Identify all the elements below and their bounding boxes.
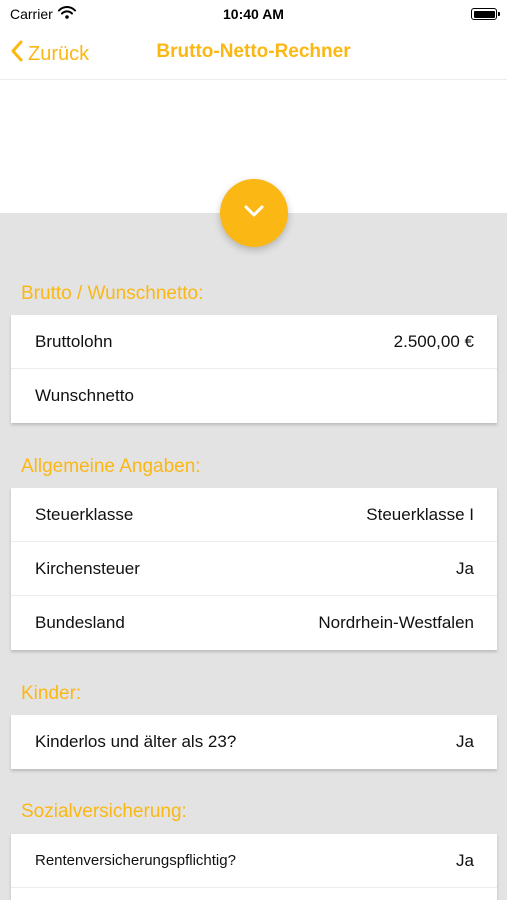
row-kinderlos[interactable]: Kinderlos und älter als 23? Ja: [11, 715, 497, 769]
row-label: Kinderlos und älter als 23?: [35, 732, 237, 751]
battery-icon: [471, 8, 500, 20]
row-label: Bruttolohn: [35, 331, 113, 351]
card-sozial: Rentenversicherungspflichtig? Ja: [11, 834, 497, 900]
section-title-kinder: Kinder:: [21, 683, 82, 704]
row-bruttolohn[interactable]: Bruttolohn 2.500,00 €: [11, 315, 497, 369]
row-value: Steuerklasse I: [366, 504, 474, 524]
row-value: Nordrhein-Westfalen: [318, 613, 474, 632]
row-label: Rentenversicherungspflichtig?: [35, 852, 236, 869]
card-kinder: Kinderlos und älter als 23? Ja: [11, 715, 497, 769]
section-title-allgemein: Allgemeine Angaben:: [21, 456, 201, 477]
row-label: Kirchensteuer: [35, 558, 140, 578]
row-value: 2.500,00 €: [393, 331, 474, 351]
row-wunschnetto[interactable]: Wunschnetto: [11, 369, 497, 423]
row-value: Ja: [456, 558, 474, 578]
row-bundesland[interactable]: Bundesland Nordrhein-Westfalen: [11, 596, 497, 650]
row-steuerklasse[interactable]: Steuerklasse Steuerklasse I: [11, 488, 497, 542]
row-label: Wunschnetto: [35, 386, 134, 405]
expand-button[interactable]: [220, 179, 288, 247]
section-title-brutto: Brutto / Wunschnetto:: [21, 283, 204, 304]
row-rentenversicherung[interactable]: Rentenversicherungspflichtig? Ja: [11, 834, 497, 888]
card-allgemein: Steuerklasse Steuerklasse I Kirchensteue…: [11, 488, 497, 650]
clock: 10:40 AM: [223, 6, 284, 22]
row-value: Ja: [456, 732, 474, 751]
status-bar: Carrier 10:40 AM: [0, 0, 507, 30]
row-label: Bundesland: [35, 613, 125, 632]
navigation-bar: Zurück Brutto-Netto-Rechner: [0, 30, 507, 80]
row-value: Ja: [456, 850, 474, 870]
chevron-down-icon: [243, 204, 265, 223]
card-brutto: Bruttolohn 2.500,00 € Wunschnetto: [11, 315, 497, 423]
row-partial: [11, 888, 497, 900]
row-kirchensteuer[interactable]: Kirchensteuer Ja: [11, 542, 497, 596]
row-label: Steuerklasse: [35, 504, 134, 524]
section-title-sozial: Sozialversicherung:: [21, 801, 187, 822]
page-title: Brutto-Netto-Rechner: [156, 41, 351, 62]
